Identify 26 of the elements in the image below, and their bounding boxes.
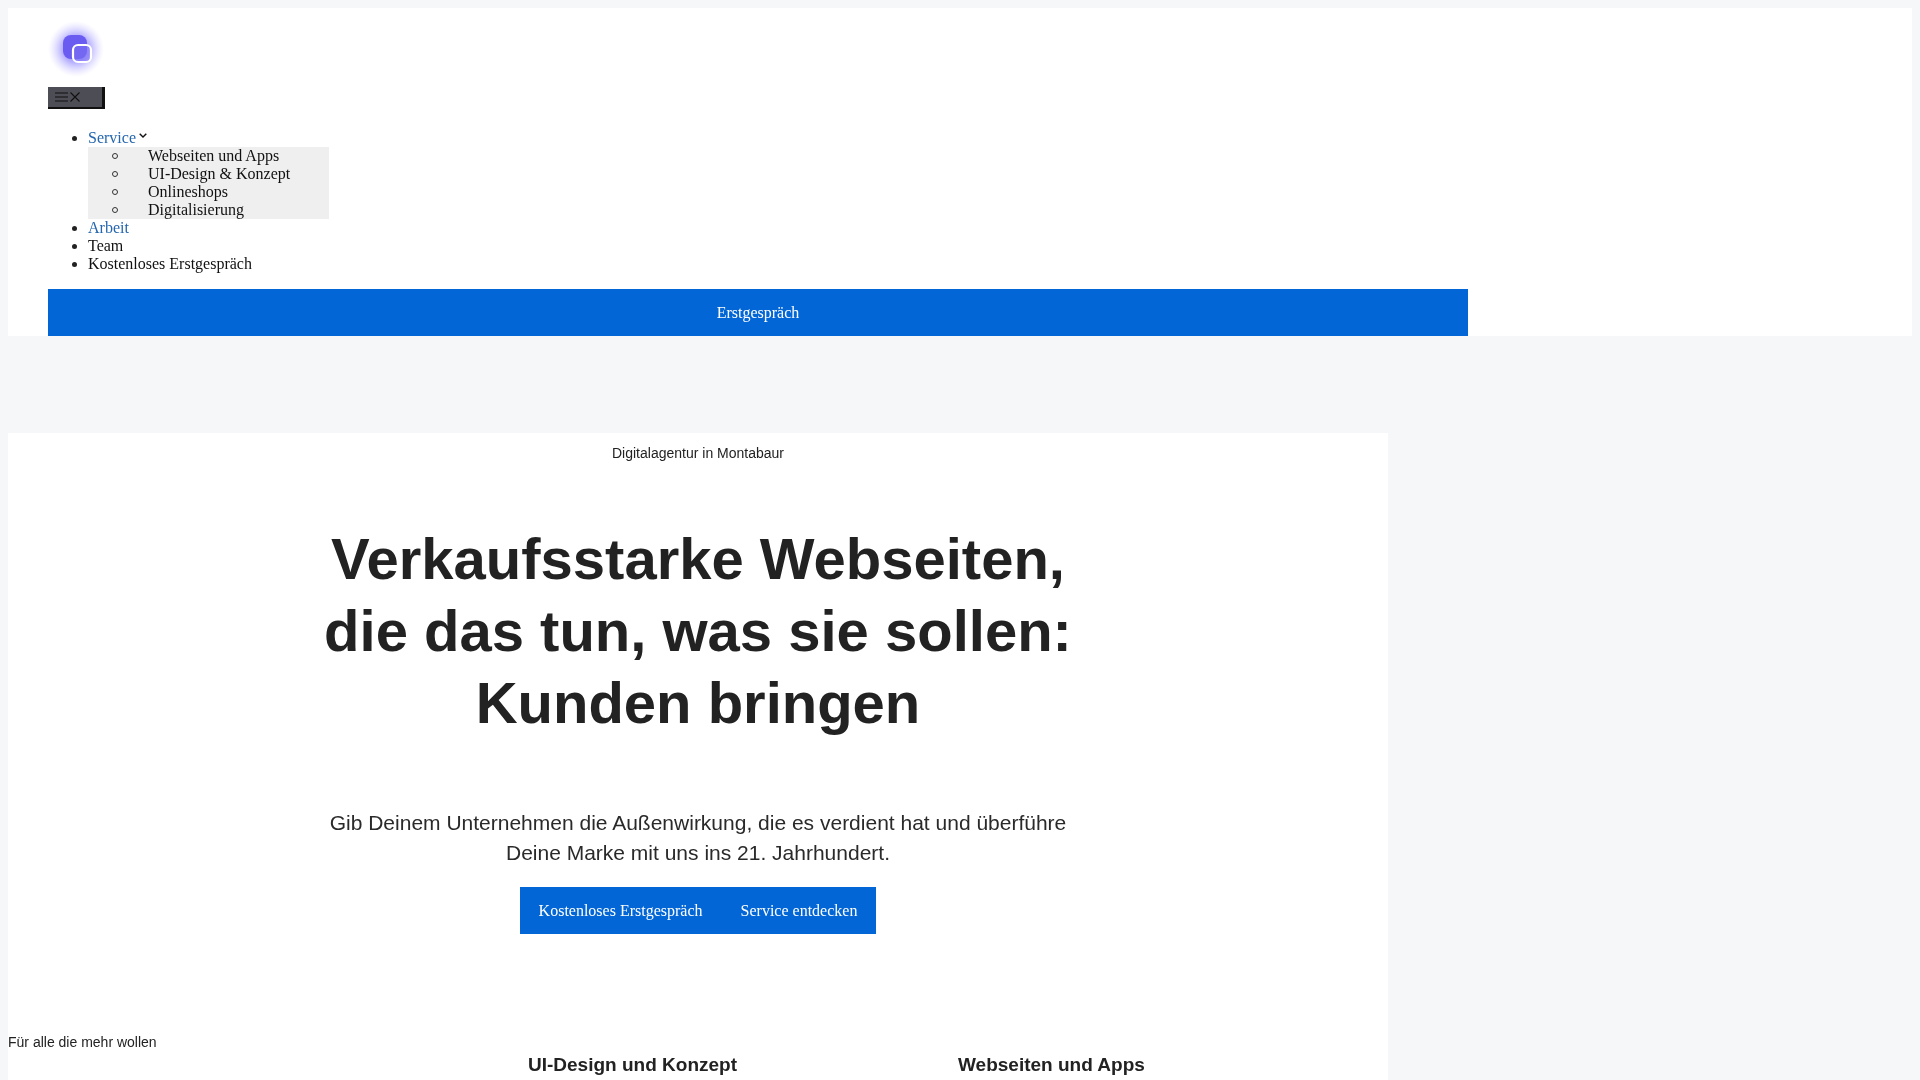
submenu-item[interactable]: Webseiten und Apps <box>148 147 280 165</box>
submenu-item[interactable]: UI-Design & Konzept <box>148 165 291 183</box>
service-title: Webseiten und Apps <box>958 1053 1146 1077</box>
service-title: UI-Design und Konzept <box>528 1053 738 1077</box>
nav-item[interactable]: Team <box>88 237 124 255</box>
hero-text: Gib Deinem Unternehmen die Außenwirkung, die es verdient hat und überführe Deine Marke mit uns ins 21. Jahrhundert. <box>328 810 1068 866</box>
nav-item[interactable]: Kostenloses Erstgespräch <box>88 255 252 273</box>
menu-toggle-button[interactable] <box>48 87 105 109</box>
cta-button[interactable]: Erstgespräch <box>48 289 1468 336</box>
bullet-icon <box>72 243 77 249</box>
close-icon <box>70 92 80 102</box>
section-kicker: Für alle die mehr wollen <box>8 1033 158 1052</box>
logo-icon <box>48 21 104 77</box>
hero-button[interactable]: Service entdecken <box>721 887 877 934</box>
chevron-down-icon <box>139 132 147 138</box>
submenu-item[interactable]: Digitalisierung <box>148 201 244 219</box>
hero-heading: Verkaufsstarke Webseiten, die das tun, was sie sollen: Kunden bringen <box>323 525 1073 737</box>
nav-link[interactable]: Service <box>88 129 136 147</box>
submenu-item[interactable]: Onlineshops <box>148 183 228 201</box>
eyebrow-text: Digitalagentur in Montabaur <box>612 444 784 463</box>
bullet-icon <box>72 225 77 231</box>
nav-link[interactable]: Arbeit <box>88 219 129 237</box>
bullet-icon <box>72 135 77 141</box>
menu-icon <box>55 92 68 102</box>
bullet-icon <box>72 261 77 267</box>
hero-button[interactable]: Kostenloses Erstgespräch <box>519 887 722 934</box>
